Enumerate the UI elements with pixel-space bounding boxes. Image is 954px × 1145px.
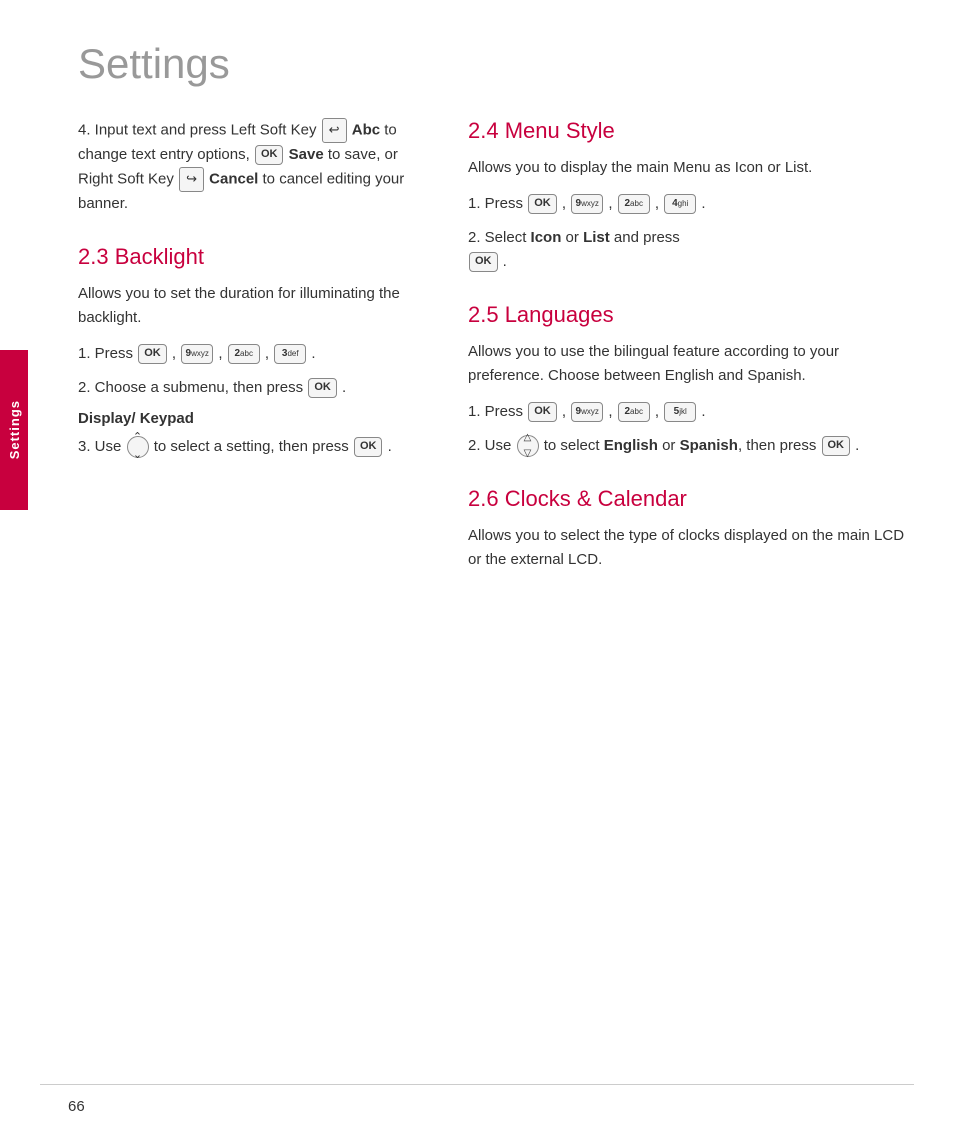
abc-label: Abc [352, 121, 380, 138]
page-title: Settings [78, 40, 914, 88]
step-24-2: 2. Select Icon or List and press OK . [468, 226, 914, 274]
9wxyz-key-1: 9wxyz [181, 344, 213, 364]
2abc-key-3: 2abc [618, 402, 650, 422]
display-keypad-label: Display/ Keypad [78, 410, 418, 427]
step-25-2-content: 2. Use △▽ to select English or Spanish, … [468, 434, 914, 458]
main-content: Settings 4. Input text and press Left So… [28, 0, 954, 624]
ok-key-4: OK [354, 437, 383, 457]
columns: 4. Input text and press Left Soft Key Ab… [78, 118, 914, 584]
section-24-desc: Allows you to display the main Menu as I… [468, 156, 914, 180]
list-option: List [583, 229, 610, 246]
section-23-heading: 2.3 Backlight [78, 244, 418, 270]
ok-key-7: OK [528, 402, 557, 422]
cancel-label: Cancel [209, 170, 258, 187]
step-23-1: 1. Press OK , 9wxyz , 2abc , 3def . [78, 342, 418, 366]
section-26-desc: Allows you to select the type of clocks … [468, 524, 914, 572]
ok-key-2: OK [138, 344, 167, 364]
left-soft-key-icon [322, 118, 347, 143]
4ghi-key-1: 4ghi [664, 194, 696, 214]
sidebar-tab: Settings [0, 350, 28, 510]
9wxyz-key-3: 9wxyz [571, 402, 603, 422]
nav-up-down-icon: ⌃⌄ [127, 436, 149, 458]
step-23-2-content: 2. Choose a submenu, then press OK . [78, 376, 418, 400]
spanish-option: Spanish [680, 437, 738, 454]
section-23-desc: Allows you to set the duration for illum… [78, 282, 418, 330]
icon-option: Icon [531, 229, 562, 246]
ok-key-6: OK [469, 252, 498, 272]
3def-key-1: 3def [274, 344, 306, 364]
page-container: Settings Settings 4. Input text and pres… [0, 0, 954, 1145]
section-26-heading: 2.6 Clocks & Calendar [468, 486, 914, 512]
save-label: Save [289, 146, 324, 163]
step-24-1: 1. Press OK , 9wxyz , 2abc , 4ghi . [468, 192, 914, 216]
step-25-2: 2. Use △▽ to select English or Spanish, … [468, 434, 914, 458]
section-25-desc: Allows you to use the bilingual feature … [468, 340, 914, 388]
step-23-3: 3. Use ⌃⌄ to select a setting, then pres… [78, 435, 418, 459]
step-25-1: 1. Press OK , 9wxyz , 2abc , 5jkl . [468, 400, 914, 424]
ok-key-5: OK [528, 194, 557, 214]
right-soft-key-icon [179, 167, 204, 192]
step-23-3-content: 3. Use ⌃⌄ to select a setting, then pres… [78, 435, 418, 459]
sidebar-tab-label: Settings [7, 400, 22, 459]
9wxyz-key-2: 9wxyz [571, 194, 603, 214]
step-24-1-content: 1. Press OK , 9wxyz , 2abc , 4ghi . [468, 192, 914, 216]
5jkl-key-1: 5jkl [664, 402, 696, 422]
step-4: 4. Input text and press Left Soft Key Ab… [78, 118, 418, 216]
2abc-key-2: 2abc [618, 194, 650, 214]
bottom-divider [40, 1084, 914, 1085]
step-23-1-content: 1. Press OK , 9wxyz , 2abc , 3def . [78, 342, 418, 366]
step-4-content: 4. Input text and press Left Soft Key Ab… [78, 118, 418, 216]
section-24-heading: 2.4 Menu Style [468, 118, 914, 144]
step-23-2: 2. Choose a submenu, then press OK . [78, 376, 418, 400]
ok-key-3: OK [308, 378, 337, 398]
2abc-key-1: 2abc [228, 344, 260, 364]
section-25-heading: 2.5 Languages [468, 302, 914, 328]
english-option: English [604, 437, 658, 454]
page-number: 66 [68, 1098, 85, 1115]
ok-key-8: OK [822, 436, 851, 456]
nav-icon-25: △▽ [517, 435, 539, 457]
step-24-2-content: 2. Select Icon or List and press OK . [468, 226, 914, 274]
right-column: 2.4 Menu Style Allows you to display the… [468, 118, 914, 584]
left-column: 4. Input text and press Left Soft Key Ab… [78, 118, 418, 584]
step-25-1-content: 1. Press OK , 9wxyz , 2abc , 5jkl . [468, 400, 914, 424]
ok-key-1: OK [255, 145, 284, 165]
